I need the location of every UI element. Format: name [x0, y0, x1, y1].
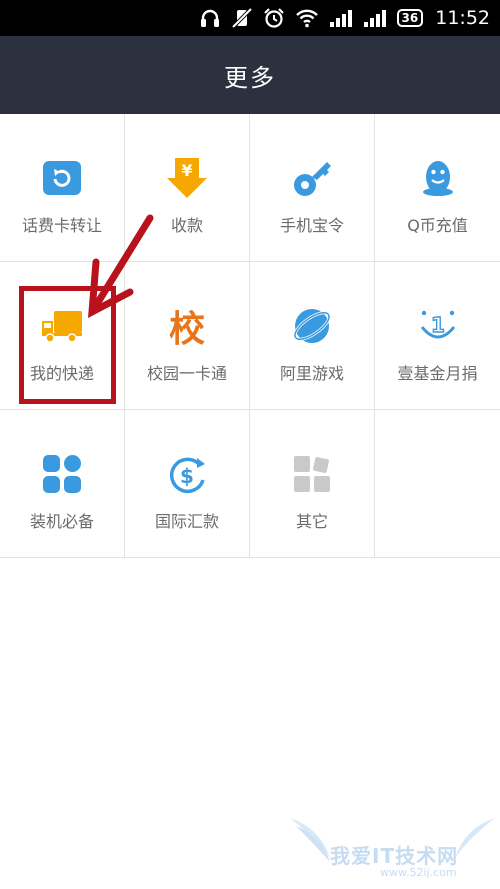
watermark: 我爱IT技术网 www.52ij.com [290, 818, 495, 884]
watermark-url: www.52ij.com [380, 866, 457, 879]
highlight-box [19, 286, 116, 404]
annotation-arrow [88, 214, 154, 319]
watermark-title: 我爱IT技术网 [330, 844, 459, 868]
